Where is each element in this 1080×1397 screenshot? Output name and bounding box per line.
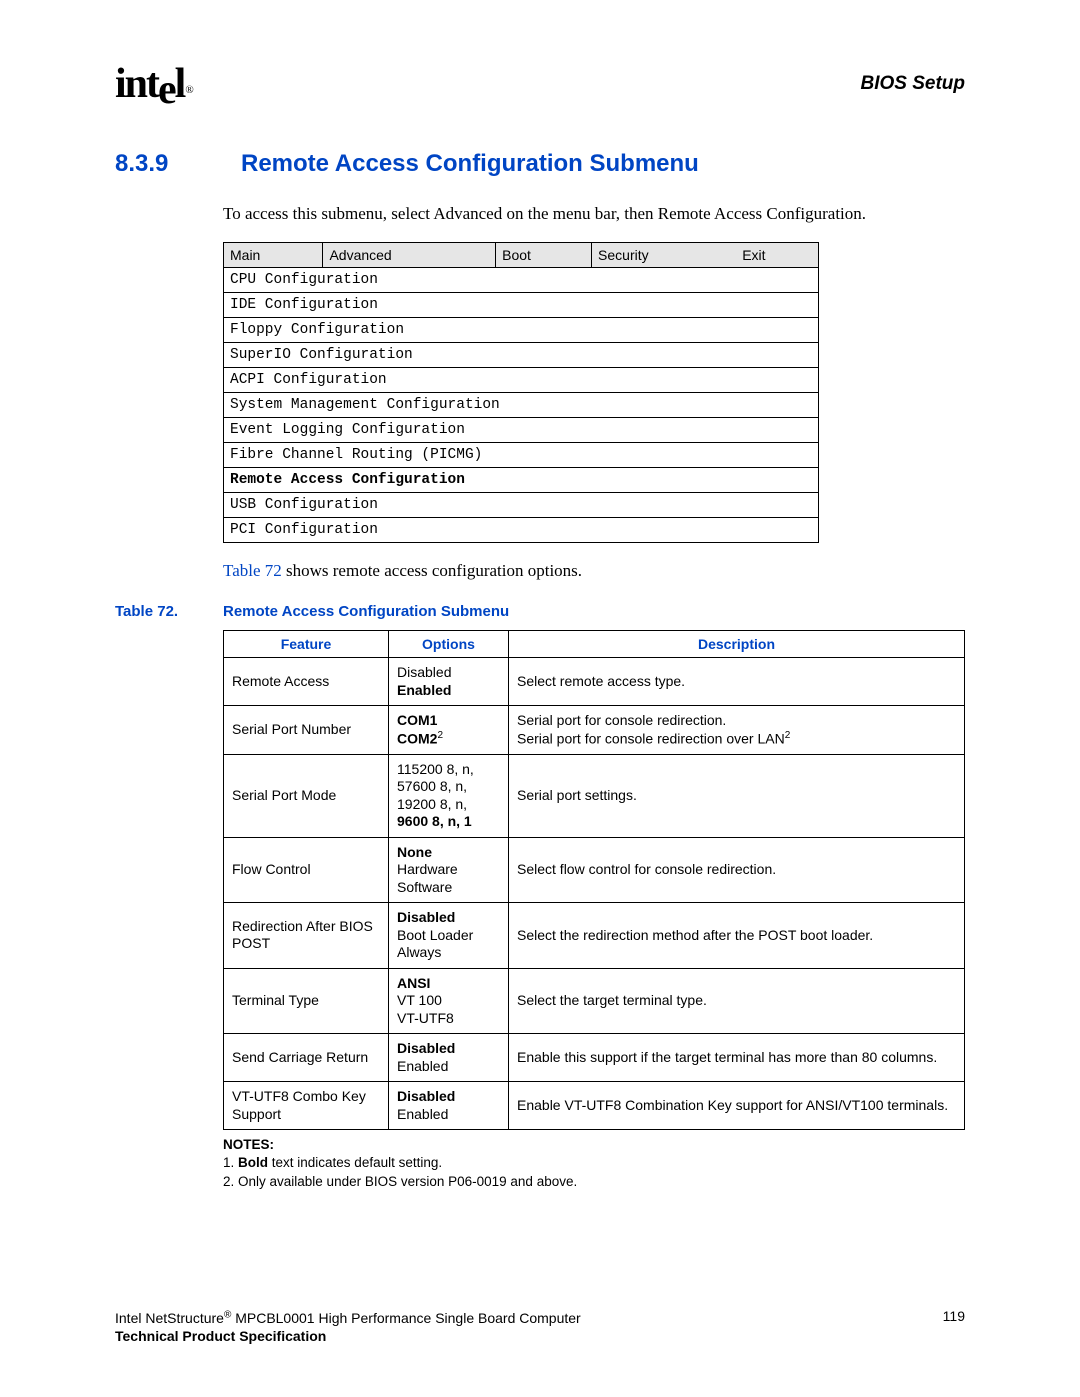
table-row: Terminal TypeANSIVT 100VT-UTF8Select the… xyxy=(224,968,965,1034)
options-cell: DisabledEnabled xyxy=(389,658,509,706)
table-row: Redirection After BIOS POSTDisabledBoot … xyxy=(224,903,965,969)
menu-item: SuperIO Configuration xyxy=(224,343,819,368)
col-description: Description xyxy=(509,631,965,658)
description-cell: Serial port settings. xyxy=(509,754,965,837)
feature-cell: VT-UTF8 Combo Key Support xyxy=(224,1082,389,1130)
options-cell: DisabledBoot LoaderAlways xyxy=(389,903,509,969)
col-options: Options xyxy=(389,631,509,658)
table-reference-line: Table 72 shows remote access configurati… xyxy=(223,561,965,581)
table-notes: NOTES: 1. Bold text indicates default se… xyxy=(223,1136,965,1191)
table-title: Remote Access Configuration Submenu xyxy=(223,603,509,620)
menu-item: Fibre Channel Routing (PICMG) xyxy=(224,443,819,468)
table-row: VT-UTF8 Combo Key SupportDisabledEnabled… xyxy=(224,1082,965,1130)
feature-cell: Remote Access xyxy=(224,658,389,706)
description-cell: Enable VT-UTF8 Combination Key support f… xyxy=(509,1082,965,1130)
table-row: Send Carriage ReturnDisabledEnabledEnabl… xyxy=(224,1034,965,1082)
description-cell: Select the target terminal type. xyxy=(509,968,965,1034)
intel-logo: intel® xyxy=(115,60,191,108)
intro-paragraph: To access this submenu, select Advanced … xyxy=(223,204,965,224)
options-cell: NoneHardwareSoftware xyxy=(389,837,509,903)
feature-cell: Terminal Type xyxy=(224,968,389,1034)
description-cell: Select flow control for console redirect… xyxy=(509,837,965,903)
menu-item: IDE Configuration xyxy=(224,293,819,318)
footer-line1: Intel NetStructure® MPCBL0001 High Perfo… xyxy=(115,1310,581,1326)
notes-header: NOTES: xyxy=(223,1137,274,1152)
note-1: 1. Bold text indicates default setting. xyxy=(223,1155,442,1170)
description-cell: Enable this support if the target termin… xyxy=(509,1034,965,1082)
options-cell: ANSIVT 100VT-UTF8 xyxy=(389,968,509,1034)
menu-item: Remote Access Configuration xyxy=(224,468,819,493)
options-cell: DisabledEnabled xyxy=(389,1082,509,1130)
section-title: Remote Access Configuration Submenu xyxy=(241,150,699,178)
options-cell: COM1COM22 xyxy=(389,706,509,755)
note-2: 2. Only available under BIOS version P06… xyxy=(223,1174,577,1189)
description-cell: Serial port for console redirection.Seri… xyxy=(509,706,965,755)
menu-item: PCI Configuration xyxy=(224,518,819,543)
menu-item: CPU Configuration xyxy=(224,268,819,293)
options-table: Feature Options Description Remote Acces… xyxy=(223,630,965,1130)
menu-item: Floppy Configuration xyxy=(224,318,819,343)
menu-item: Event Logging Configuration xyxy=(224,418,819,443)
page-header: intel® BIOS Setup xyxy=(115,60,965,108)
table-row: Flow ControlNoneHardwareSoftwareSelect f… xyxy=(224,837,965,903)
table-row: Serial Port NumberCOM1COM22Serial port f… xyxy=(224,706,965,755)
feature-cell: Serial Port Mode xyxy=(224,754,389,837)
tab-security: Security xyxy=(592,243,737,268)
tab-boot: Boot xyxy=(496,243,592,268)
page-number: 119 xyxy=(943,1308,965,1345)
col-feature: Feature xyxy=(224,631,389,658)
options-cell: 115200 8, n,57600 8, n,19200 8, n,9600 8… xyxy=(389,754,509,837)
menu-item: USB Configuration xyxy=(224,493,819,518)
menu-item: ACPI Configuration xyxy=(224,368,819,393)
tab-advanced: Advanced xyxy=(323,243,496,268)
bios-menu-table: Main Advanced Boot Security Exit CPU Con… xyxy=(223,242,819,543)
bios-menu-tabs: Main Advanced Boot Security Exit xyxy=(224,243,819,268)
footer-line2: Technical Product Specification xyxy=(115,1328,326,1344)
tab-exit: Exit xyxy=(736,243,818,268)
feature-cell: Serial Port Number xyxy=(224,706,389,755)
menu-item: System Management Configuration xyxy=(224,393,819,418)
section-heading: 8.3.9 Remote Access Configuration Submen… xyxy=(115,150,965,178)
options-cell: DisabledEnabled xyxy=(389,1034,509,1082)
feature-cell: Redirection After BIOS POST xyxy=(224,903,389,969)
table-row: Serial Port Mode115200 8, n,57600 8, n,1… xyxy=(224,754,965,837)
page-footer: Intel NetStructure® MPCBL0001 High Perfo… xyxy=(115,1308,965,1345)
header-section-label: BIOS Setup xyxy=(860,73,965,95)
description-cell: Select the redirection method after the … xyxy=(509,903,965,969)
table-row: Remote AccessDisabledEnabledSelect remot… xyxy=(224,658,965,706)
table-caption: Table 72.Remote Access Configuration Sub… xyxy=(115,603,965,620)
feature-cell: Flow Control xyxy=(224,837,389,903)
feature-cell: Send Carriage Return xyxy=(224,1034,389,1082)
section-number: 8.3.9 xyxy=(115,150,201,178)
table-link[interactable]: Table 72 xyxy=(223,561,282,580)
table-ref-rest: shows remote access configuration option… xyxy=(282,561,582,580)
table-number: Table 72. xyxy=(115,603,223,620)
description-cell: Select remote access type. xyxy=(509,658,965,706)
tab-main: Main xyxy=(224,243,323,268)
